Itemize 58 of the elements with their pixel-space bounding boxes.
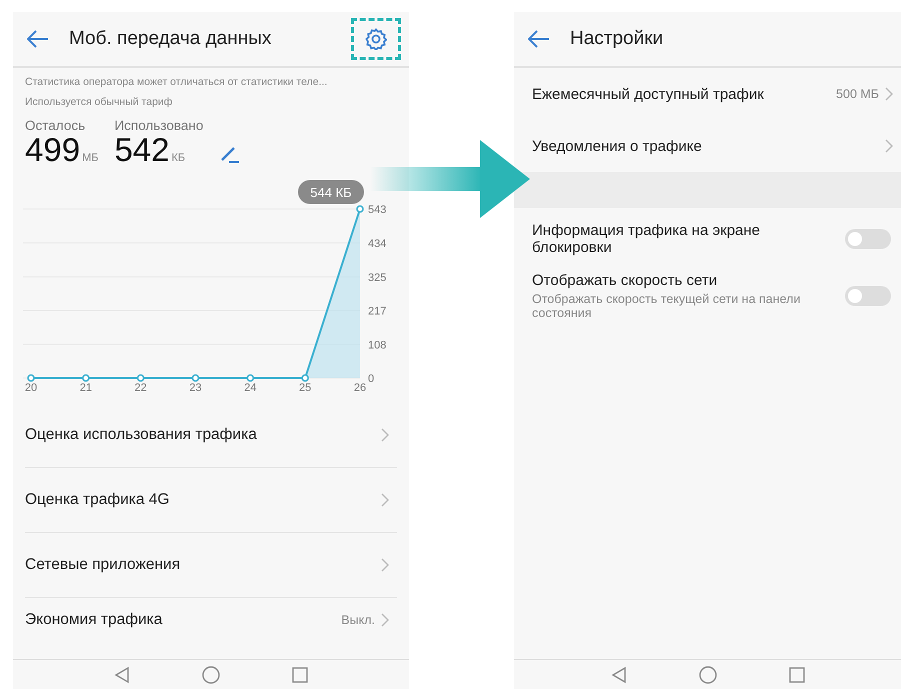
y-axis-label: 217 [368,305,386,318]
y-axis-label: 0 [368,373,374,385]
data-point [192,374,200,382]
chevron-icon [885,139,893,153]
y-axis-label: 108 [368,339,386,352]
x-axis-label: 22 [134,382,147,394]
x-axis-label: 25 [299,382,312,394]
y-axis-label: 543 [368,204,386,216]
menu-item[interactable]: Сетевые приложения [25,533,397,598]
stat-unit: МБ [82,152,98,164]
recent-apps-icon[interactable] [788,666,806,684]
back-icon[interactable] [610,666,628,684]
home-icon[interactable] [698,664,718,684]
chevron-icon [381,428,389,442]
settings-item[interactable]: Ежемесячный доступный трафик 500 МБ [514,68,901,120]
chevron-icon [381,613,389,627]
x-axis-label: 24 [244,382,256,394]
settings-icon[interactable] [365,28,387,50]
home-icon[interactable] [201,664,221,684]
setting-label: Информация трафика на экране блокировки [532,222,762,256]
x-axis-label: 26 [354,382,366,394]
x-axis-label: 20 [24,382,38,394]
x-axis-label: 21 [80,382,92,394]
stat-label: Осталось [25,118,86,133]
stat-value: 542 [114,133,170,166]
setting-label: Отображать скорость сети [532,272,718,289]
screen-title: Настройки [570,28,664,50]
toggle-switch[interactable] [845,286,891,306]
menu-item[interactable]: Экономия трафика Выкл. [25,598,397,642]
chevron-icon [381,558,389,572]
settings-item[interactable]: Уведомления о трафике [514,120,901,172]
data-point [356,205,364,213]
value-tooltip: 544 КБ [298,180,364,204]
menu-item[interactable]: Оценка трафика 4G [25,468,397,533]
screen-title: Моб. передача данных [69,28,272,50]
y-axis-label: 325 [368,272,386,284]
setting-description: Отображать скорость текущей сети на панели состояния [532,292,802,320]
y-axis-label: 434 [368,238,386,250]
chevron-icon [885,87,893,101]
chevron-icon [381,493,389,507]
back-arrow-icon[interactable] [27,30,49,48]
back-arrow-icon[interactable] [528,30,550,48]
back-icon[interactable] [113,666,131,684]
stat-label: Использовано [114,118,204,133]
info-text: Статистика оператора может отличаться от статистики теле... [25,76,328,88]
info-text: Используется обычный тариф [25,96,174,108]
data-point [27,374,35,382]
toggle-switch[interactable] [845,229,891,249]
data-point [301,374,309,382]
pencil-icon[interactable] [219,144,242,164]
x-axis-label: 23 [189,382,202,394]
data-point [82,374,90,382]
menu-item[interactable]: Оценка использования трафика [25,403,397,468]
stat-value: 499 [25,133,80,166]
data-point [136,374,144,382]
data-point [246,374,254,382]
recent-apps-icon[interactable] [291,666,309,684]
stat-unit: КБ [172,152,186,164]
